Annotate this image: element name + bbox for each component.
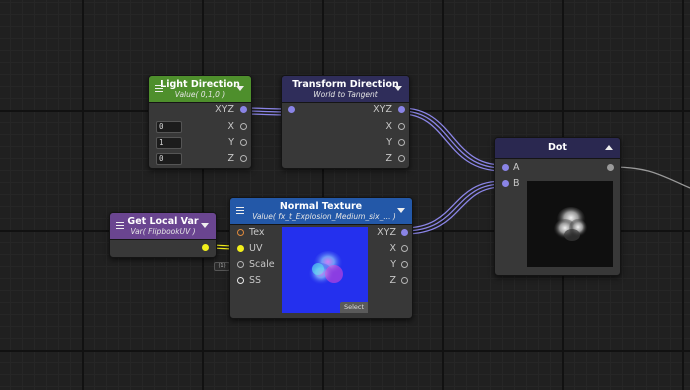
- input-row-ss: SS: [230, 274, 290, 288]
- wire-transform-to-dot-a: [400, 107, 504, 172]
- output-row-x: X: [282, 120, 409, 134]
- input-row-y: 1 Y: [149, 136, 251, 150]
- output-row-xyz: XYZ: [372, 226, 412, 240]
- port-label: Y: [228, 137, 234, 148]
- x-value-field[interactable]: 0: [156, 121, 182, 133]
- port-label: Scale: [249, 259, 275, 270]
- port-label: Z: [385, 153, 392, 164]
- output-port[interactable]: [202, 244, 209, 251]
- output-row-xyz: XYZ: [149, 103, 251, 117]
- normal-texture-header[interactable]: Normal Texture Value( fx_t_Explosion_Med…: [230, 198, 412, 225]
- light-direction-header[interactable]: Light Direction Value( 0,1,0 ): [149, 76, 251, 103]
- get-local-var-header[interactable]: Get Local Var Var( FlipbookUV ): [110, 213, 216, 240]
- port-label: X: [389, 243, 396, 254]
- input-port-scale[interactable]: [237, 261, 244, 268]
- output-row-y: Y: [372, 258, 412, 272]
- light-direction-node[interactable]: Light Direction Value( 0,1,0 ) XYZ 0 X 1…: [148, 75, 252, 169]
- wire-dot-output: [610, 166, 690, 189]
- port-label: XYZ: [215, 104, 234, 115]
- port-label: UV: [249, 243, 263, 254]
- dot-node[interactable]: Dot A B: [494, 137, 621, 276]
- input-port-b[interactable]: [502, 180, 509, 187]
- port-label: X: [385, 121, 392, 132]
- port-label: B: [513, 178, 520, 189]
- chevron-down-icon[interactable]: [397, 208, 405, 213]
- node-title: Transform Direction: [292, 79, 399, 90]
- output-port-xyz[interactable]: [240, 106, 247, 113]
- node-subtitle: World to Tangent: [313, 90, 378, 99]
- output-row-z: Z: [282, 152, 409, 166]
- input-port-x[interactable]: [240, 123, 247, 130]
- y-value-field[interactable]: 1: [156, 137, 182, 149]
- chevron-down-icon[interactable]: [201, 223, 209, 228]
- output-port-y[interactable]: [398, 139, 405, 146]
- output-port-z[interactable]: [398, 155, 405, 162]
- output-port-y[interactable]: [401, 261, 408, 268]
- input-port-y[interactable]: [240, 139, 247, 146]
- output-port-xyz[interactable]: [398, 106, 405, 113]
- node-subtitle: Value( fx_t_Explosion_Medium_six_... ): [252, 212, 396, 221]
- port-label: Y: [386, 137, 392, 148]
- node-subtitle: Value( 0,1,0 ): [174, 90, 226, 99]
- preview-normal-graphic: [309, 251, 343, 285]
- input-row-x: 0 X: [149, 120, 251, 134]
- normal-texture-node[interactable]: Normal Texture Value( fx_t_Explosion_Med…: [229, 197, 413, 319]
- input-row-a: A: [495, 161, 620, 175]
- port-label: Z: [227, 153, 234, 164]
- output-row-z: Z: [372, 274, 412, 288]
- input-row-scale: Scale: [230, 258, 290, 272]
- node-title: Dot: [548, 142, 567, 153]
- output-row-y: Y: [282, 136, 409, 150]
- input-port-tex[interactable]: [237, 229, 244, 236]
- dot-preview-image: [527, 181, 613, 267]
- port-label: X: [227, 121, 234, 132]
- input-port-z[interactable]: [240, 155, 247, 162]
- output-row-x: X: [372, 242, 412, 256]
- node-title: Normal Texture: [279, 201, 363, 212]
- preview-smoke-graphic: [554, 207, 587, 241]
- dot-header[interactable]: Dot: [495, 138, 620, 159]
- menu-icon[interactable]: [155, 85, 163, 92]
- port-label: Z: [389, 275, 396, 286]
- output-port-x[interactable]: [401, 245, 408, 252]
- output-port-x[interactable]: [398, 123, 405, 130]
- input-port-a[interactable]: [502, 164, 509, 171]
- port-label: SS: [249, 275, 262, 286]
- get-local-var-node[interactable]: Get Local Var Var( FlipbookUV ): [109, 212, 217, 258]
- chevron-down-icon[interactable]: [394, 86, 402, 91]
- var-index-tag: (1): [214, 262, 230, 271]
- port-label: A: [513, 162, 520, 173]
- transform-direction-header[interactable]: Transform Direction World to Tangent: [282, 76, 409, 103]
- transform-direction-node[interactable]: Transform Direction World to Tangent XYZ…: [281, 75, 410, 169]
- menu-icon[interactable]: [116, 222, 124, 229]
- input-row-uv: UV: [230, 242, 290, 256]
- io-row-xyz: XYZ: [282, 103, 409, 117]
- input-row-tex: Tex: [230, 226, 290, 240]
- texture-preview[interactable]: Select: [282, 227, 368, 313]
- port-label: XYZ: [373, 104, 392, 115]
- node-subtitle: Var( FlipbookUV ): [130, 227, 196, 236]
- menu-icon[interactable]: [236, 207, 244, 214]
- select-texture-button[interactable]: Select: [340, 302, 368, 313]
- wire-normal-to-dot-b: [403, 180, 504, 235]
- input-port-ss[interactable]: [237, 277, 244, 284]
- input-port-uv[interactable]: [237, 245, 244, 252]
- port-label: XYZ: [377, 227, 396, 238]
- input-port[interactable]: [288, 106, 295, 113]
- z-value-field[interactable]: 0: [156, 153, 182, 165]
- output-port-z[interactable]: [401, 277, 408, 284]
- output-port-xyz[interactable]: [401, 229, 408, 236]
- input-row-z: 0 Z: [149, 152, 251, 166]
- port-label: Tex: [249, 227, 265, 238]
- chevron-up-icon[interactable]: [605, 145, 613, 150]
- output-port[interactable]: [607, 164, 614, 171]
- port-label: Y: [390, 259, 396, 270]
- chevron-down-icon[interactable]: [236, 86, 244, 91]
